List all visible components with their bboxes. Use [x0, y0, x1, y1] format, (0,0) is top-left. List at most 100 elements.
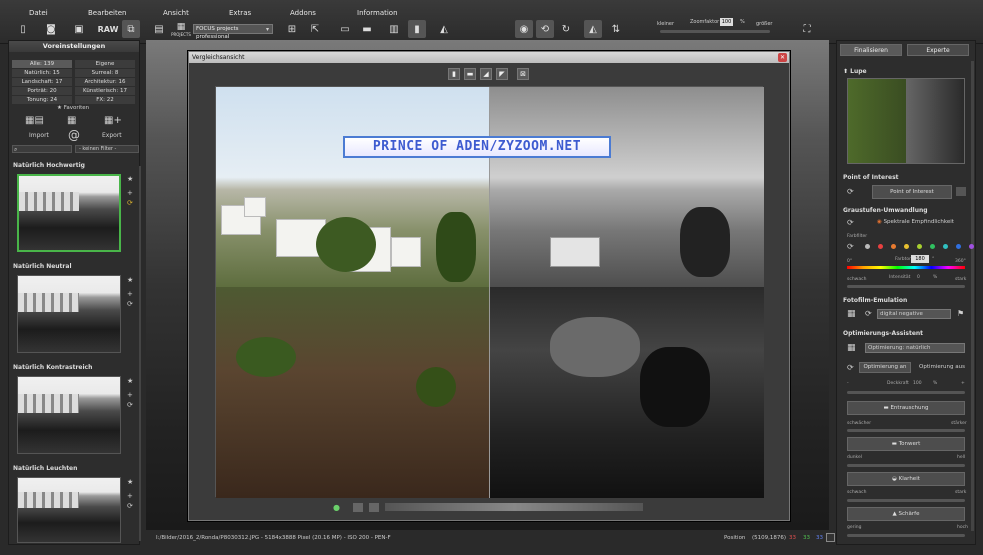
farbfilter-dot[interactable] — [904, 244, 909, 249]
open-file-icon[interactable]: ◙ — [42, 20, 60, 38]
mirror-icon[interactable]: ◭ — [584, 20, 602, 38]
reset-icon[interactable]: ⟳ — [847, 187, 854, 196]
deckkraft-slider[interactable] — [847, 391, 965, 394]
split-horizontal-icon[interactable]: ▬ — [464, 68, 476, 80]
add-preset-icon[interactable]: ▦+ — [104, 115, 122, 126]
crop-icon[interactable]: ▥ — [385, 20, 403, 38]
preset-thumbnail[interactable] — [17, 477, 121, 543]
tab-experte[interactable]: Experte — [907, 44, 969, 56]
farbfilter-dot[interactable] — [878, 244, 883, 249]
count-eigene[interactable]: Eigene — [75, 60, 135, 68]
swap-icon[interactable]: ⊠ — [517, 68, 529, 80]
favorite-star-icon[interactable]: ★ — [127, 276, 133, 284]
apply-icon[interactable]: ⟳ — [127, 502, 133, 510]
favoriten-tab[interactable]: ★ Favoriten — [57, 105, 89, 111]
farbfilter-dot[interactable] — [943, 244, 948, 249]
intensitat-slider[interactable] — [847, 285, 965, 288]
optim-select[interactable]: Optimierung: natürlich — [865, 343, 965, 353]
eye-icon[interactable]: ◉ — [515, 20, 533, 38]
mail-icon[interactable]: ▬ — [358, 20, 376, 38]
export-button[interactable]: Export — [102, 132, 122, 139]
raw-button[interactable]: RAW — [97, 20, 119, 38]
apply-icon[interactable]: ⟳ — [127, 300, 133, 308]
color-mode-icon[interactable]: ● — [333, 503, 340, 512]
thumbnail-strip[interactable] — [385, 503, 643, 511]
print-icon[interactable]: ▭ — [336, 20, 354, 38]
add-icon[interactable]: + — [127, 492, 133, 500]
farbfilter-dot[interactable] — [917, 244, 922, 249]
count-portraet[interactable]: Porträt: 20 — [12, 87, 72, 95]
count-architektur[interactable]: Architektur: 16 — [75, 78, 135, 86]
layers-icon[interactable]: ⧉ — [122, 20, 140, 38]
menu-information[interactable]: Information — [357, 9, 398, 17]
favorite-star-icon[interactable]: ★ — [127, 175, 133, 183]
batch-icon[interactable]: ▣ — [70, 20, 88, 38]
import-button[interactable]: Import — [29, 132, 49, 139]
farbfilter-dot[interactable] — [969, 244, 974, 249]
zoom-input[interactable]: 100 — [720, 18, 733, 26]
split-vertical-icon[interactable]: ▮ — [448, 68, 460, 80]
klarheit-slider[interactable] — [847, 499, 965, 502]
new-file-icon[interactable]: ▯ — [14, 20, 32, 38]
split-view-icon[interactable]: ▮ — [408, 20, 426, 38]
rotate-icon[interactable]: ⇅ — [607, 20, 625, 38]
reset-icon[interactable]: ⟳ — [847, 218, 854, 227]
entrauschung-button[interactable]: ▬ Entrauschung — [847, 401, 965, 415]
at-icon[interactable]: @ — [68, 128, 80, 142]
compare-layout-icon[interactable]: ⊞ — [283, 20, 301, 38]
filter-select[interactable]: - keinen Filter - — [75, 145, 139, 153]
optim-on-button[interactable]: Optimierung an — [859, 362, 911, 373]
histogram-icon[interactable]: ◭ — [435, 20, 453, 38]
split-corner-icon[interactable]: ◤ — [496, 68, 508, 80]
schaerfe-button[interactable]: ▲ Schärfe — [847, 507, 965, 521]
poi-button[interactable]: Point of Interest — [872, 185, 952, 199]
flag-icon[interactable]: ⚑ — [957, 309, 964, 318]
tonwert-button[interactable]: ▬ Tonwert — [847, 437, 965, 451]
view-single-icon[interactable] — [353, 503, 363, 512]
count-alle[interactable]: Alle: 139 — [12, 60, 72, 68]
preset-thumbnail[interactable] — [17, 376, 121, 454]
save-icon[interactable]: ▤ — [150, 20, 168, 38]
menu-datei[interactable]: Datei — [29, 9, 48, 17]
favorite-star-icon[interactable]: ★ — [127, 377, 133, 385]
add-icon[interactable]: + — [127, 189, 133, 197]
reset-icon[interactable]: ⟳ — [865, 309, 872, 318]
preset-thumbnail[interactable] — [17, 174, 121, 252]
preset-select[interactable]: FOCUS projects professional — [193, 24, 273, 40]
count-kuenstlerisch[interactable]: Künstlerisch: 17 — [75, 87, 135, 95]
projects-button[interactable]: ▦ PROJECTS — [171, 20, 191, 38]
redo-icon[interactable]: ↻ — [557, 20, 575, 38]
count-fx[interactable]: FX: 22 — [75, 96, 135, 104]
entrauschung-slider[interactable] — [847, 429, 965, 432]
optim-off-button[interactable]: Optimierung aus — [919, 364, 965, 370]
preset-thumbnail[interactable] — [17, 275, 121, 353]
tab-finalisieren[interactable]: Finalisieren — [840, 44, 902, 56]
farbton-input[interactable]: 180 — [911, 255, 929, 263]
klarheit-button[interactable]: ◒ Klarheit — [847, 472, 965, 486]
loupe-preview[interactable] — [847, 78, 965, 164]
export-icon[interactable]: ⇱ — [306, 20, 324, 38]
tonwert-slider[interactable] — [847, 464, 965, 467]
count-natuerlich[interactable]: Natürlich: 15 — [12, 69, 72, 77]
fullscreen-icon[interactable]: ⛶ — [798, 20, 816, 38]
count-surreal[interactable]: Surreal: 8 — [75, 69, 135, 77]
view-double-icon[interactable] — [369, 503, 379, 512]
count-landschaft[interactable]: Landschaft: 17 — [12, 78, 72, 86]
spektral-button[interactable]: ◉ Spektrale Empfindlichkeit — [877, 219, 954, 225]
scrollbar[interactable] — [139, 166, 141, 541]
poi-view-icon[interactable] — [956, 187, 966, 196]
farbton-slider[interactable] — [847, 266, 965, 269]
farbfilter-dot[interactable] — [891, 244, 896, 249]
reset-icon[interactable]: ⟳ — [847, 363, 854, 372]
farbfilter-dot[interactable] — [865, 244, 870, 249]
optim-grid-icon[interactable]: ▦ — [847, 343, 856, 353]
import-grid-icon[interactable]: ▦▤ — [25, 115, 44, 126]
add-icon[interactable]: + — [127, 290, 133, 298]
menu-bearbeiten[interactable]: Bearbeiten — [88, 9, 126, 17]
menu-addons[interactable]: Addons — [290, 9, 316, 17]
zoom-slider[interactable] — [660, 30, 770, 33]
reset-icon[interactable]: ⟳ — [847, 242, 854, 251]
count-tonung[interactable]: Tonung: 24 — [12, 96, 72, 104]
add-icon[interactable]: + — [127, 391, 133, 399]
search-input[interactable]: ⌕ — [12, 145, 72, 153]
